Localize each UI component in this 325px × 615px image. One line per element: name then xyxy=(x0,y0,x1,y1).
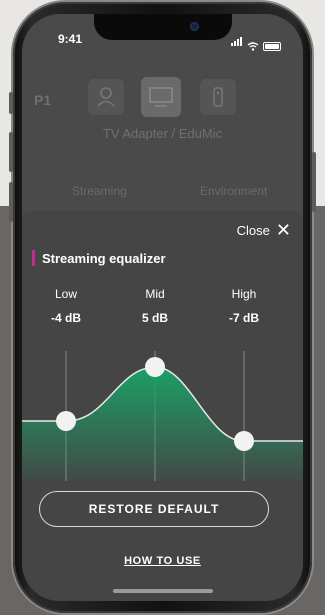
signal-icon xyxy=(231,33,243,51)
side-button xyxy=(312,152,316,212)
tv-icon xyxy=(149,87,173,107)
band-value-high: -7 dB xyxy=(229,311,259,325)
volume-up-button xyxy=(9,132,13,172)
slider-handle-low[interactable] xyxy=(56,411,76,431)
home-indicator xyxy=(112,589,213,593)
mute-switch xyxy=(9,92,13,114)
program-indicator[interactable]: P1 xyxy=(34,92,51,108)
band-label-mid: Mid xyxy=(145,287,165,301)
close-icon: ✕ xyxy=(275,220,291,240)
close-button[interactable]: Close ✕ xyxy=(237,221,291,239)
equalizer-sheet: Close ✕ Streaming equalizer Low Mid High… xyxy=(22,211,303,601)
restore-default-button[interactable]: RESTORE DEFAULT xyxy=(39,491,269,527)
device-name: TV Adapter / EduMic xyxy=(102,126,223,141)
person-icon xyxy=(97,87,115,107)
battery-icon xyxy=(263,42,281,51)
band-value-low: -4 dB xyxy=(51,311,81,325)
band-value-mid: 5 dB xyxy=(141,311,168,325)
wifi-icon xyxy=(247,42,259,51)
front-camera xyxy=(189,22,199,31)
notch xyxy=(93,14,232,40)
status-time: 9:41 xyxy=(58,32,83,46)
equalizer-graph xyxy=(22,351,303,481)
volume-down-button xyxy=(9,182,13,222)
tab-streaming[interactable]: Streaming xyxy=(72,184,127,198)
sheet-title-text: Streaming equalizer xyxy=(42,250,166,266)
sheet-title: Streaming equalizer xyxy=(32,250,166,266)
device-tile-remote[interactable] xyxy=(200,79,236,115)
how-to-use-link[interactable]: HOW TO USE xyxy=(22,555,303,567)
screen: 9:41 P1 TV Adapter / EduMic Streaming En… xyxy=(22,14,303,601)
device-tile-person[interactable] xyxy=(88,79,124,115)
slider-handle-high[interactable] xyxy=(234,431,254,451)
slider-handle-mid[interactable] xyxy=(145,357,165,377)
accent-bar xyxy=(32,250,35,266)
close-label: Close xyxy=(236,222,270,238)
tab-environment[interactable]: Environment xyxy=(200,184,267,198)
band-label-high: High xyxy=(231,287,257,301)
remote-icon xyxy=(213,87,223,107)
band-label-low: Low xyxy=(54,287,77,301)
device-tile-tv[interactable] xyxy=(141,77,181,117)
